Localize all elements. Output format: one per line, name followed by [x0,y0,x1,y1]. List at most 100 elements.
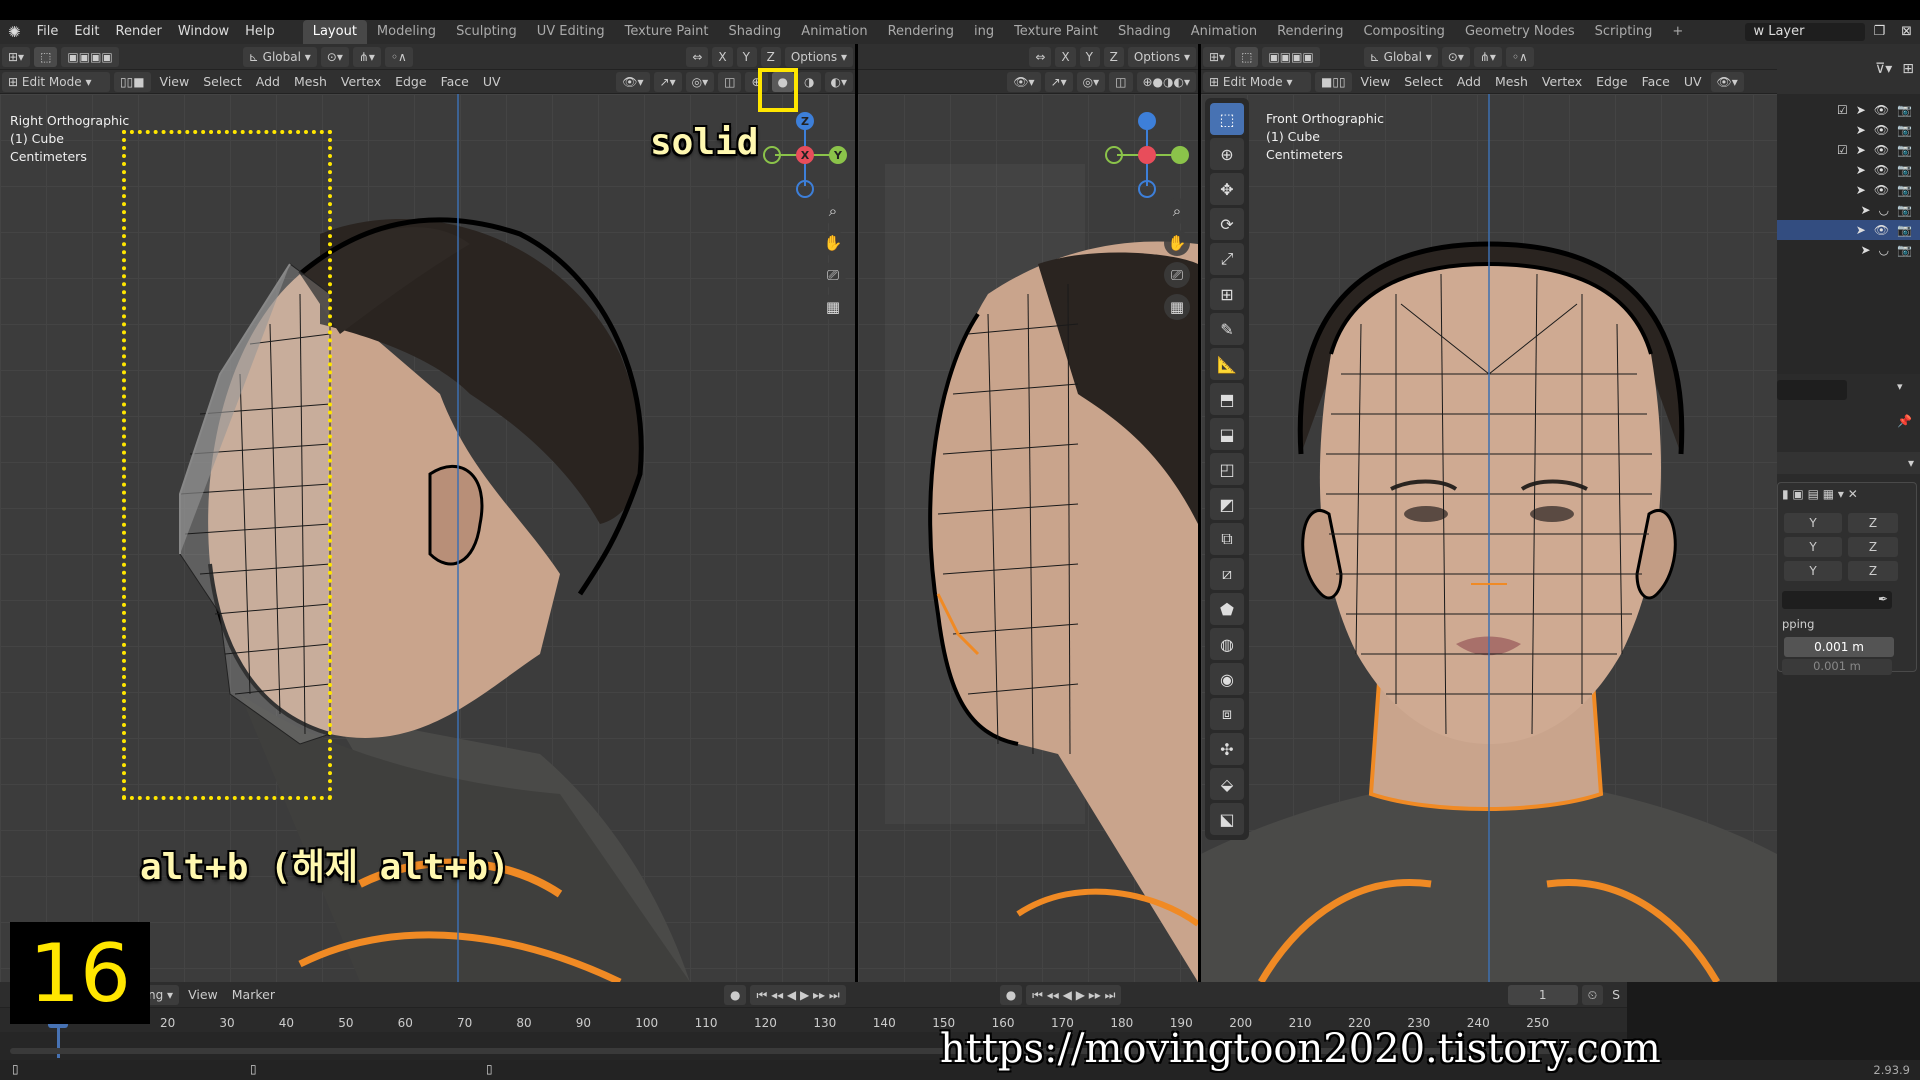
overlay-toggle-icon[interactable]: ◎▾ [685,71,715,92]
select-box-tool-icon[interactable]: ⬚ [1210,103,1244,135]
extrude-tool-icon[interactable]: ⬓ [1210,418,1244,450]
axis-z-toggle[interactable]: Z [1848,537,1898,557]
select-arrow-icon[interactable]: ➤ [1856,163,1866,177]
mirror-y-2[interactable]: Y [1079,46,1100,67]
collapse-icon[interactable]: ▾ [1908,456,1914,470]
playback-controls-icon-2[interactable]: ⏮ ◂◂ ◀ ▶ ▸▸ ⏭ [1026,984,1122,1005]
gizmo-toggle-icon-2[interactable]: ↗▾ [1044,71,1073,92]
tab-modeling[interactable]: Modeling [367,20,446,44]
view-object-types-icon-2[interactable]: 👁▾ [1007,71,1041,92]
editor-type-icon[interactable]: ⊞▾ [2,46,31,67]
timeline-menu-view[interactable]: View [181,983,225,1007]
camera-render-icon[interactable]: 📷 [1897,103,1912,117]
zoom-icon[interactable]: ⌕ [820,198,846,224]
cursor-tool-icon[interactable]: ⊕ [1210,138,1244,170]
properties-search[interactable] [1777,380,1847,400]
value-field-2[interactable]: 0.001 m [1782,659,1892,675]
axis-z-toggle[interactable]: Z [1848,513,1898,533]
menu-mesh[interactable]: Mesh [287,70,334,94]
rendered-shading-icon[interactable]: ◐▾ [824,71,853,92]
mirror-icon[interactable]: ⇔ [686,46,709,67]
select-mode-icons[interactable]: ▣▣▣▣ [61,46,119,67]
select-tool-icon[interactable]: ⬚ [34,46,58,67]
axis-y-toggle[interactable]: Y [1784,537,1842,557]
scale-tool-icon[interactable]: ⤢ [1210,243,1244,275]
tab-rendering-2[interactable]: Rendering [1267,20,1353,44]
proportional-edit-icon[interactable]: ◦∧ [384,46,413,67]
eye-icon[interactable]: 👁 [1874,103,1889,117]
eye-icon[interactable]: 👁 [1874,183,1889,197]
camera-icon-2[interactable]: ⎚ [1164,262,1190,288]
menu-file[interactable]: File [29,20,67,44]
mirror-x[interactable]: X [712,46,733,67]
blender-logo-icon[interactable]: ✺ [0,20,29,44]
tab-texture-paint-2[interactable]: Texture Paint [1004,20,1108,44]
tab-layout[interactable]: Layout [302,20,367,44]
new-view-layer-icon[interactable]: ❐ [1865,20,1893,44]
ortho-grid-icon-2[interactable]: ▦ [1164,294,1190,320]
menu-window[interactable]: Window [170,20,237,44]
transform-orientation-dropdown-3[interactable]: ⊾ Global ▾ [1363,46,1438,67]
select-arrow-icon[interactable]: ➤ [1861,243,1871,257]
menu-add[interactable]: Add [249,70,287,94]
gizmo-neg-z-axis[interactable] [796,180,814,198]
mode-dropdown[interactable]: ⊞ Edit Mode ▾ [2,71,110,92]
knife-tool-icon[interactable]: ⧄ [1210,558,1244,590]
shear-tool-icon[interactable]: ⬙ [1210,768,1244,800]
camera-icon[interactable]: ⎚ [820,262,846,288]
menu-view-3[interactable]: View [1354,70,1398,94]
gizmo-y-axis-2[interactable] [1171,146,1189,164]
pan-hand-icon-2[interactable]: ✋ [1164,230,1190,256]
camera-render-icon[interactable]: 📷 [1897,183,1912,197]
outliner-row[interactable]: ➤ 👁 📷 [1777,180,1920,200]
snap-icon-3[interactable]: ⋔▾ [1473,46,1502,67]
axis-y-toggle[interactable]: Y [1784,561,1842,581]
tab-geometry-nodes[interactable]: Geometry Nodes [1455,20,1585,44]
proportional-edit-icon-3[interactable]: ◦∧ [1505,46,1534,67]
measure-tool-icon[interactable]: 📐 [1210,348,1244,380]
filter-icon[interactable]: ⊽▾ [1875,61,1892,77]
bevel-tool-icon[interactable]: ◩ [1210,488,1244,520]
poly-build-tool-icon[interactable]: ⬟ [1210,593,1244,625]
gizmo-neg-z-axis-2[interactable] [1138,180,1156,198]
select-arrow-icon[interactable]: ➤ [1856,223,1866,237]
gizmo-y-axis[interactable]: Y [829,146,847,164]
options-dropdown-2[interactable]: Options ▾ [1127,46,1196,67]
eyedropper-icon[interactable]: ✒ [1878,592,1888,606]
eye-closed-icon[interactable]: ◡ [1879,203,1889,217]
eye-icon[interactable]: 👁 [1874,163,1889,177]
camera-render-icon[interactable]: 📷 [1897,123,1912,137]
auto-key-icon-2[interactable]: ● [999,984,1023,1005]
rip-tool-icon[interactable]: ⬕ [1210,803,1244,835]
zoom-icon-2[interactable]: ⌕ [1164,198,1190,224]
menu-uv[interactable]: UV [476,70,508,94]
select-mode-toggle-3[interactable]: ■▯▯ [1315,71,1352,92]
mirror-x-2[interactable]: X [1055,46,1076,67]
menu-edge[interactable]: Edge [388,70,433,94]
current-frame-field[interactable]: 1 [1507,984,1578,1005]
ortho-grid-icon[interactable]: ▦ [820,294,846,320]
menu-view[interactable]: View [153,70,197,94]
eye-icon[interactable]: 👁 [1874,223,1889,237]
clock-icon[interactable]: ⏲ [1581,984,1604,1005]
gizmo-toggle-icon[interactable]: ↗▾ [653,71,682,92]
mode-dropdown-3[interactable]: ⊞ Edit Mode ▾ [1203,71,1311,92]
pivot-icon-3[interactable]: ⊙▾ [1441,46,1470,67]
select-arrow-icon[interactable]: ➤ [1856,123,1866,137]
tab-shading-2[interactable]: Shading [1108,20,1181,44]
camera-render-icon[interactable]: 📷 [1897,223,1912,237]
menu-edit[interactable]: Edit [66,20,107,44]
edge-slide-tool-icon[interactable]: ⧈ [1210,698,1244,730]
rotate-tool-icon[interactable]: ⟳ [1210,208,1244,240]
view-layer-label[interactable]: w Layer [1745,23,1866,41]
mirror-icon-2[interactable]: ⇔ [1029,46,1052,67]
move-tool-icon[interactable]: ✥ [1210,173,1244,205]
playback-controls-icon[interactable]: ⏮ ◂◂ ◀ ▶ ▸▸ ⏭ [750,984,846,1005]
new-collection-icon[interactable]: ⊞ [1902,61,1914,77]
eye-closed-icon[interactable]: ◡ [1879,243,1889,257]
pin-icon[interactable]: 📌 [1897,414,1912,428]
outliner-row[interactable]: ➤ ◡ 📷 [1777,200,1920,220]
transform-orientation-dropdown[interactable]: ⊾ Global ▾ [242,46,317,67]
mirror-y[interactable]: Y [736,46,757,67]
middle-viewport[interactable]: ⌕ ✋ ⎚ ▦ [858,94,1198,982]
